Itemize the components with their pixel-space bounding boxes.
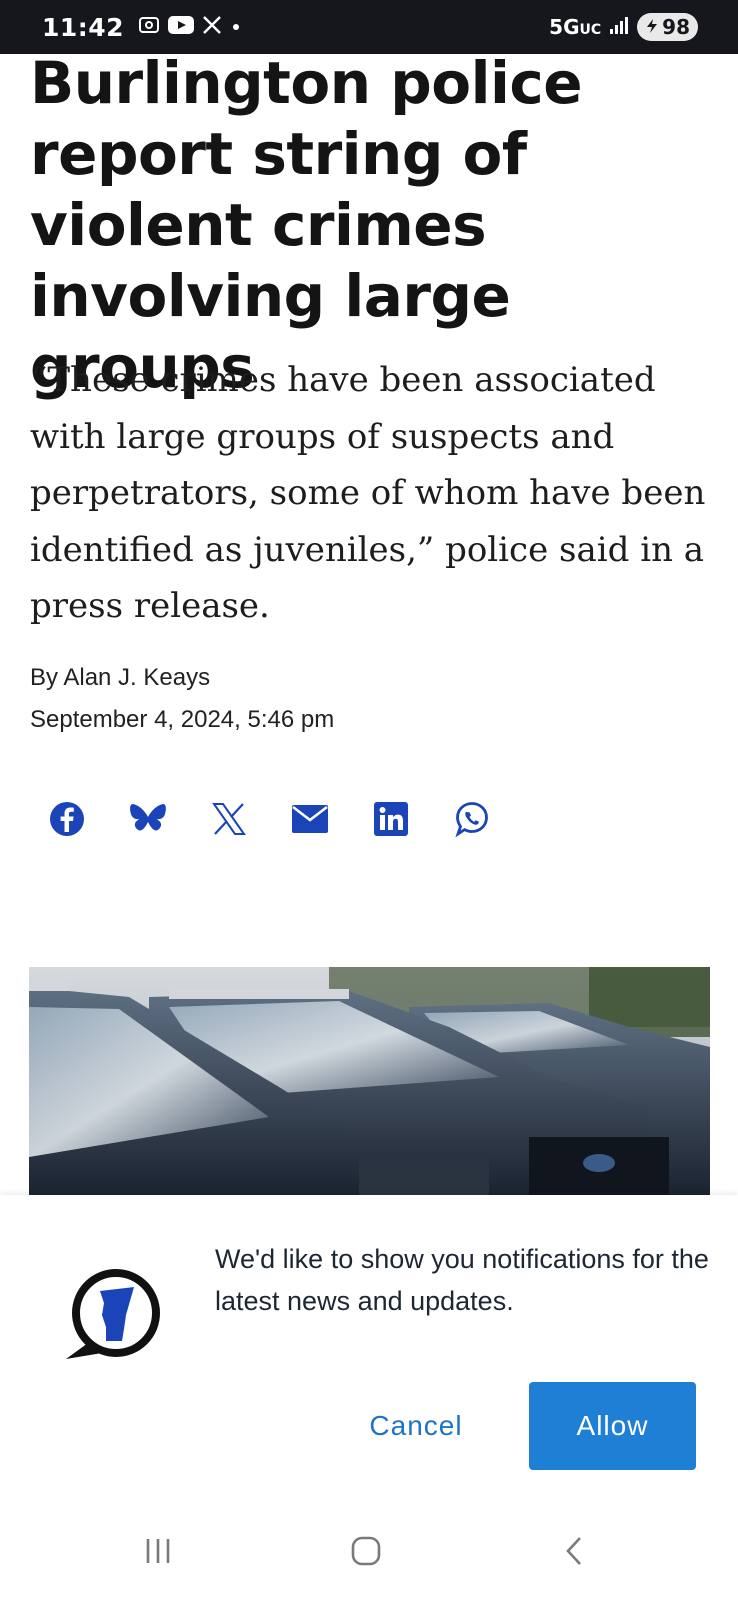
allow-button[interactable]: Allow bbox=[529, 1382, 696, 1470]
battery-indicator: 98 bbox=[637, 13, 698, 41]
linkedin-icon[interactable] bbox=[372, 800, 410, 838]
article-date: September 4, 2024, 5:46 pm bbox=[30, 706, 335, 733]
notification-message: We'd like to show you notifications for … bbox=[215, 1244, 709, 1316]
cancel-button[interactable]: Cancel bbox=[346, 1382, 486, 1470]
status-time: 11:42 bbox=[42, 12, 125, 42]
recents-icon[interactable] bbox=[138, 1533, 178, 1569]
x-icon bbox=[202, 15, 222, 39]
notification-prompt: We'd like to show you notifications for … bbox=[0, 1195, 738, 1495]
battery-icon bbox=[645, 15, 659, 39]
dot-icon bbox=[230, 18, 242, 37]
article-headline: Burlington police report string of viole… bbox=[30, 49, 583, 401]
status-bar: 11:42 5GUC 98 bbox=[0, 0, 738, 54]
screenshot-icon bbox=[138, 14, 160, 40]
back-icon[interactable] bbox=[554, 1533, 594, 1569]
battery-level: 98 bbox=[662, 15, 690, 39]
article-dek: “These crimes have been associated with … bbox=[30, 360, 706, 626]
youtube-icon bbox=[168, 15, 195, 39]
article-photo[interactable] bbox=[29, 967, 710, 1195]
x-icon[interactable] bbox=[210, 800, 248, 838]
share-bar bbox=[48, 800, 491, 838]
vtdigger-logo bbox=[66, 1267, 160, 1363]
signal-icon bbox=[609, 15, 629, 39]
home-icon[interactable] bbox=[346, 1533, 386, 1569]
network-indicator: 5GUC bbox=[549, 15, 602, 39]
email-icon[interactable] bbox=[291, 800, 329, 838]
system-nav-bar bbox=[0, 1495, 738, 1600]
whatsapp-icon[interactable] bbox=[453, 800, 491, 838]
facebook-icon[interactable] bbox=[48, 800, 86, 838]
article-byline[interactable]: By Alan J. Keays bbox=[30, 664, 210, 692]
bluesky-icon[interactable] bbox=[129, 800, 167, 838]
status-notification-icons bbox=[138, 14, 242, 40]
